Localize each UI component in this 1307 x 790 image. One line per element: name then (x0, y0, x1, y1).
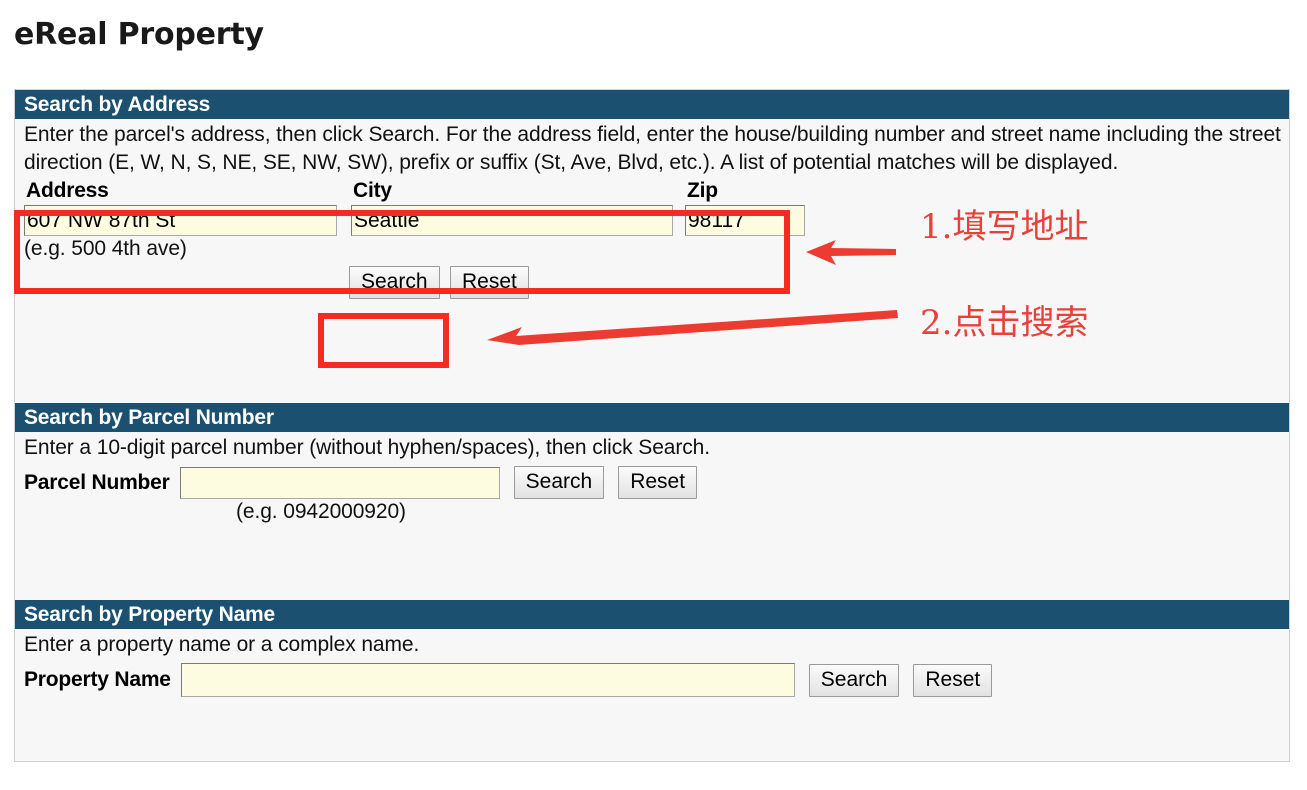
address-button-row: Search Reset (24, 266, 1289, 299)
address-table-input-row (24, 205, 817, 236)
search-panel: Search by Address Enter the parcel's add… (14, 89, 1290, 762)
parcel-number-input[interactable] (179, 466, 500, 499)
section-search-by-property-name: Search by Property Name Enter a property… (15, 600, 1289, 697)
property-name-reset-button[interactable]: Reset (913, 663, 993, 697)
section-body-address: Enter the parcel's address, then click S… (15, 119, 1289, 299)
property-name-search-button[interactable]: Search (808, 663, 900, 697)
address-search-button[interactable]: Search (349, 266, 440, 299)
address-hint: (e.g. 500 4th ave) (24, 237, 187, 260)
property-name-input[interactable] (180, 663, 795, 697)
address-input[interactable] (24, 205, 337, 236)
address-description: Enter the parcel's address, then click S… (24, 123, 1281, 174)
parcel-field-row: Parcel Number Search Reset (24, 466, 1289, 499)
address-reset-button[interactable]: Reset (450, 266, 529, 299)
section-search-by-parcel-number: Search by Parcel Number Enter a 10-digit… (15, 403, 1289, 525)
parcel-reset-button[interactable]: Reset (618, 466, 698, 499)
column-header-address: Address (26, 179, 109, 202)
parcel-search-button[interactable]: Search (513, 466, 605, 499)
property-name-label: Property Name (24, 668, 171, 691)
section-body-property-name: Enter a property name or a complex name.… (15, 629, 1289, 697)
parcel-description: Enter a 10-digit parcel number (without … (24, 436, 710, 459)
parcel-hint: (e.g. 0942000920) (236, 500, 406, 523)
property-name-description: Enter a property name or a complex name. (24, 633, 420, 656)
column-header-city: City (353, 179, 392, 202)
section-search-by-address: Search by Address Enter the parcel's add… (15, 90, 1289, 299)
page-title: eReal Property (14, 17, 264, 52)
address-fields-table: Address City Zip (24, 179, 817, 236)
section-header-property-name: Search by Property Name (15, 600, 1289, 629)
section-header-parcel: Search by Parcel Number (15, 403, 1289, 432)
address-table-header-row: Address City Zip (24, 179, 817, 205)
zip-input[interactable] (685, 205, 805, 236)
property-name-field-row: Property Name Search Reset (24, 663, 1289, 697)
city-input[interactable] (351, 205, 673, 236)
parcel-number-label: Parcel Number (24, 470, 170, 494)
section-body-parcel: Enter a 10-digit parcel number (without … (15, 432, 1289, 525)
section-header-address: Search by Address (15, 90, 1289, 119)
column-header-zip: Zip (687, 179, 718, 202)
